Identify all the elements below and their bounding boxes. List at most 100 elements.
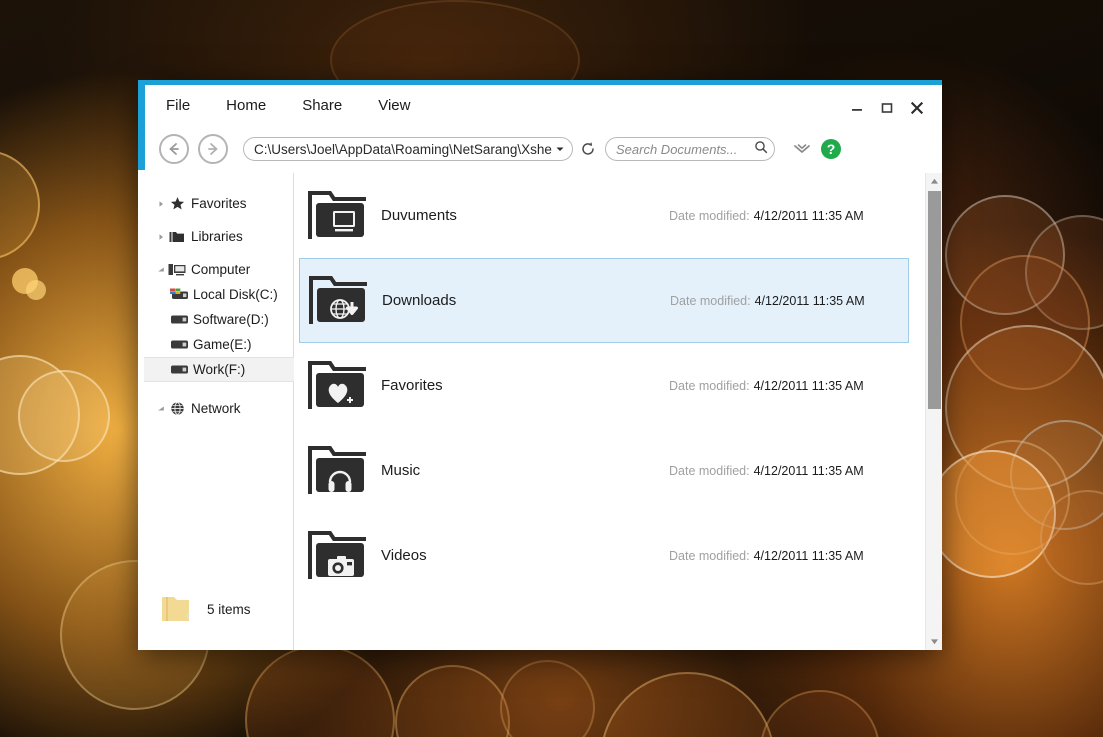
search-box[interactable] (605, 137, 775, 161)
sidebar-item-network[interactable]: Network (145, 396, 293, 421)
scroll-up-arrow-icon[interactable] (926, 173, 942, 190)
search-input[interactable] (616, 141, 754, 157)
folder-favorites-icon (306, 355, 368, 417)
sidebar-label: Work(F:) (193, 361, 246, 377)
menu-item-file[interactable]: File (166, 97, 190, 114)
sidebar-item-work-f[interactable]: Work(F:) (144, 357, 294, 382)
file-name: Music (381, 462, 421, 479)
meta-label: Date modified: (669, 548, 750, 563)
file-row[interactable]: Favorites Date modified: 4/12/2011 11:35… (294, 343, 921, 428)
sidebar-item-favorites[interactable]: Favorites (145, 191, 293, 216)
file-meta: Date modified: 4/12/2011 11:35 AM (670, 294, 865, 308)
twisty-expanded-icon[interactable] (155, 405, 167, 413)
meta-date: 4/12/2011 11:35 AM (754, 293, 865, 308)
sidebar-label: Libraries (191, 228, 243, 244)
bokeh-circle (600, 672, 775, 737)
file-row[interactable]: Downloads Date modified: 4/12/2011 11:35… (299, 258, 909, 343)
desktop-wallpaper: File Home Share View C:\Users\Joel\AppDa… (0, 0, 1103, 737)
sidebar-label: Computer (191, 261, 251, 277)
file-row[interactable]: Duvuments Date modified: 4/12/2011 11:35… (294, 173, 921, 258)
bokeh-circle (960, 255, 1090, 390)
meta-date: 4/12/2011 11:35 AM (753, 463, 864, 478)
menu-bar: File Home Share View (145, 85, 942, 125)
drive-icon (169, 339, 189, 350)
sidebar-item-software-d[interactable]: Software(D:) (145, 307, 293, 332)
forward-button[interactable] (198, 134, 228, 164)
sidebar-item-local-disk-c[interactable]: Local Disk(C:) (145, 282, 293, 307)
bokeh-circle (1040, 490, 1103, 585)
sidebar-label: Network (191, 400, 241, 416)
sidebar-item-game-e[interactable]: Game(E:) (145, 332, 293, 357)
folder-documents-icon (306, 185, 368, 247)
meta-date: 4/12/2011 11:35 AM (753, 548, 864, 563)
meta-label: Date modified: (669, 378, 750, 393)
close-button[interactable] (902, 96, 932, 120)
libraries-icon (167, 230, 187, 244)
bokeh-circle (1025, 215, 1103, 330)
folder-yellow-icon (159, 594, 193, 624)
minimize-button[interactable] (842, 96, 872, 120)
file-name: Favorites (381, 377, 443, 394)
chevron-down-icon[interactable] (552, 144, 568, 154)
folder-music-icon (306, 440, 368, 502)
bokeh-circle (955, 440, 1070, 555)
maximize-button[interactable] (872, 96, 902, 120)
menu-item-share[interactable]: Share (302, 97, 342, 114)
twisty-collapsed-icon[interactable] (155, 200, 167, 208)
file-meta: Date modified: 4/12/2011 11:35 AM (669, 379, 864, 393)
meta-date: 4/12/2011 11:35 AM (753, 378, 864, 393)
file-meta: Date modified: 4/12/2011 11:35 AM (669, 549, 864, 563)
bokeh-circle (1010, 420, 1103, 530)
twisty-collapsed-icon[interactable] (155, 233, 167, 241)
drive-icon (169, 364, 189, 375)
meta-label: Date modified: (669, 463, 750, 478)
file-meta: Date modified: 4/12/2011 11:35 AM (669, 464, 864, 478)
bokeh-circle (928, 450, 1056, 578)
address-path-text: C:\Users\Joel\AppData\Roaming\NetSarang\… (254, 141, 552, 157)
sidebar-item-computer[interactable]: Computer (145, 257, 293, 282)
twisty-expanded-icon[interactable] (155, 266, 167, 274)
meta-label: Date modified: (669, 208, 750, 223)
drive-icon (169, 314, 189, 325)
star-icon (167, 196, 187, 211)
window-left-accent-bar (138, 85, 145, 170)
bokeh-circle (0, 150, 40, 260)
menu-item-view[interactable]: View (378, 97, 410, 114)
bokeh-circle (12, 268, 38, 294)
sidebar-label: Local Disk(C:) (193, 286, 278, 302)
status-item-count: 5 items (207, 601, 251, 617)
bokeh-circle (395, 665, 510, 737)
file-explorer-window: File Home Share View C:\Users\Joel\AppDa… (138, 80, 942, 650)
folder-downloads-icon (307, 270, 369, 332)
address-bar[interactable]: C:\Users\Joel\AppData\Roaming\NetSarang\… (243, 137, 573, 161)
file-name: Videos (381, 547, 427, 564)
bokeh-circle (26, 280, 46, 300)
bokeh-circle (245, 645, 395, 737)
file-name: Downloads (382, 292, 457, 309)
sidebar-item-libraries[interactable]: Libraries (145, 224, 293, 249)
bokeh-circle (945, 325, 1103, 490)
bokeh-circle (760, 690, 880, 737)
scrollbar-thumb[interactable] (928, 191, 941, 409)
file-name: Duvuments (381, 207, 457, 224)
network-icon (167, 401, 187, 416)
search-icon[interactable] (754, 140, 768, 159)
chevron-double-down-icon[interactable] (791, 138, 813, 160)
file-meta: Date modified: 4/12/2011 11:35 AM (669, 209, 864, 223)
back-button[interactable] (159, 134, 189, 164)
meta-label: Date modified: (670, 293, 751, 308)
system-drive-icon (169, 288, 189, 301)
file-row[interactable]: Music Date modified: 4/12/2011 11:35 AM (294, 428, 921, 513)
help-button[interactable]: ? (821, 139, 841, 159)
refresh-icon[interactable] (579, 140, 597, 158)
bokeh-circle (18, 370, 110, 462)
menu-item-home[interactable]: Home (226, 97, 266, 114)
computer-icon (167, 263, 187, 277)
address-toolbar: C:\Users\Joel\AppData\Roaming\NetSarang\… (145, 125, 942, 173)
window-controls (842, 96, 932, 120)
sidebar-label: Favorites (191, 195, 247, 211)
sidebar-label: Game(E:) (193, 336, 252, 352)
bokeh-circle (500, 660, 595, 737)
bokeh-circle (945, 195, 1065, 315)
meta-date: 4/12/2011 11:35 AM (753, 208, 864, 223)
